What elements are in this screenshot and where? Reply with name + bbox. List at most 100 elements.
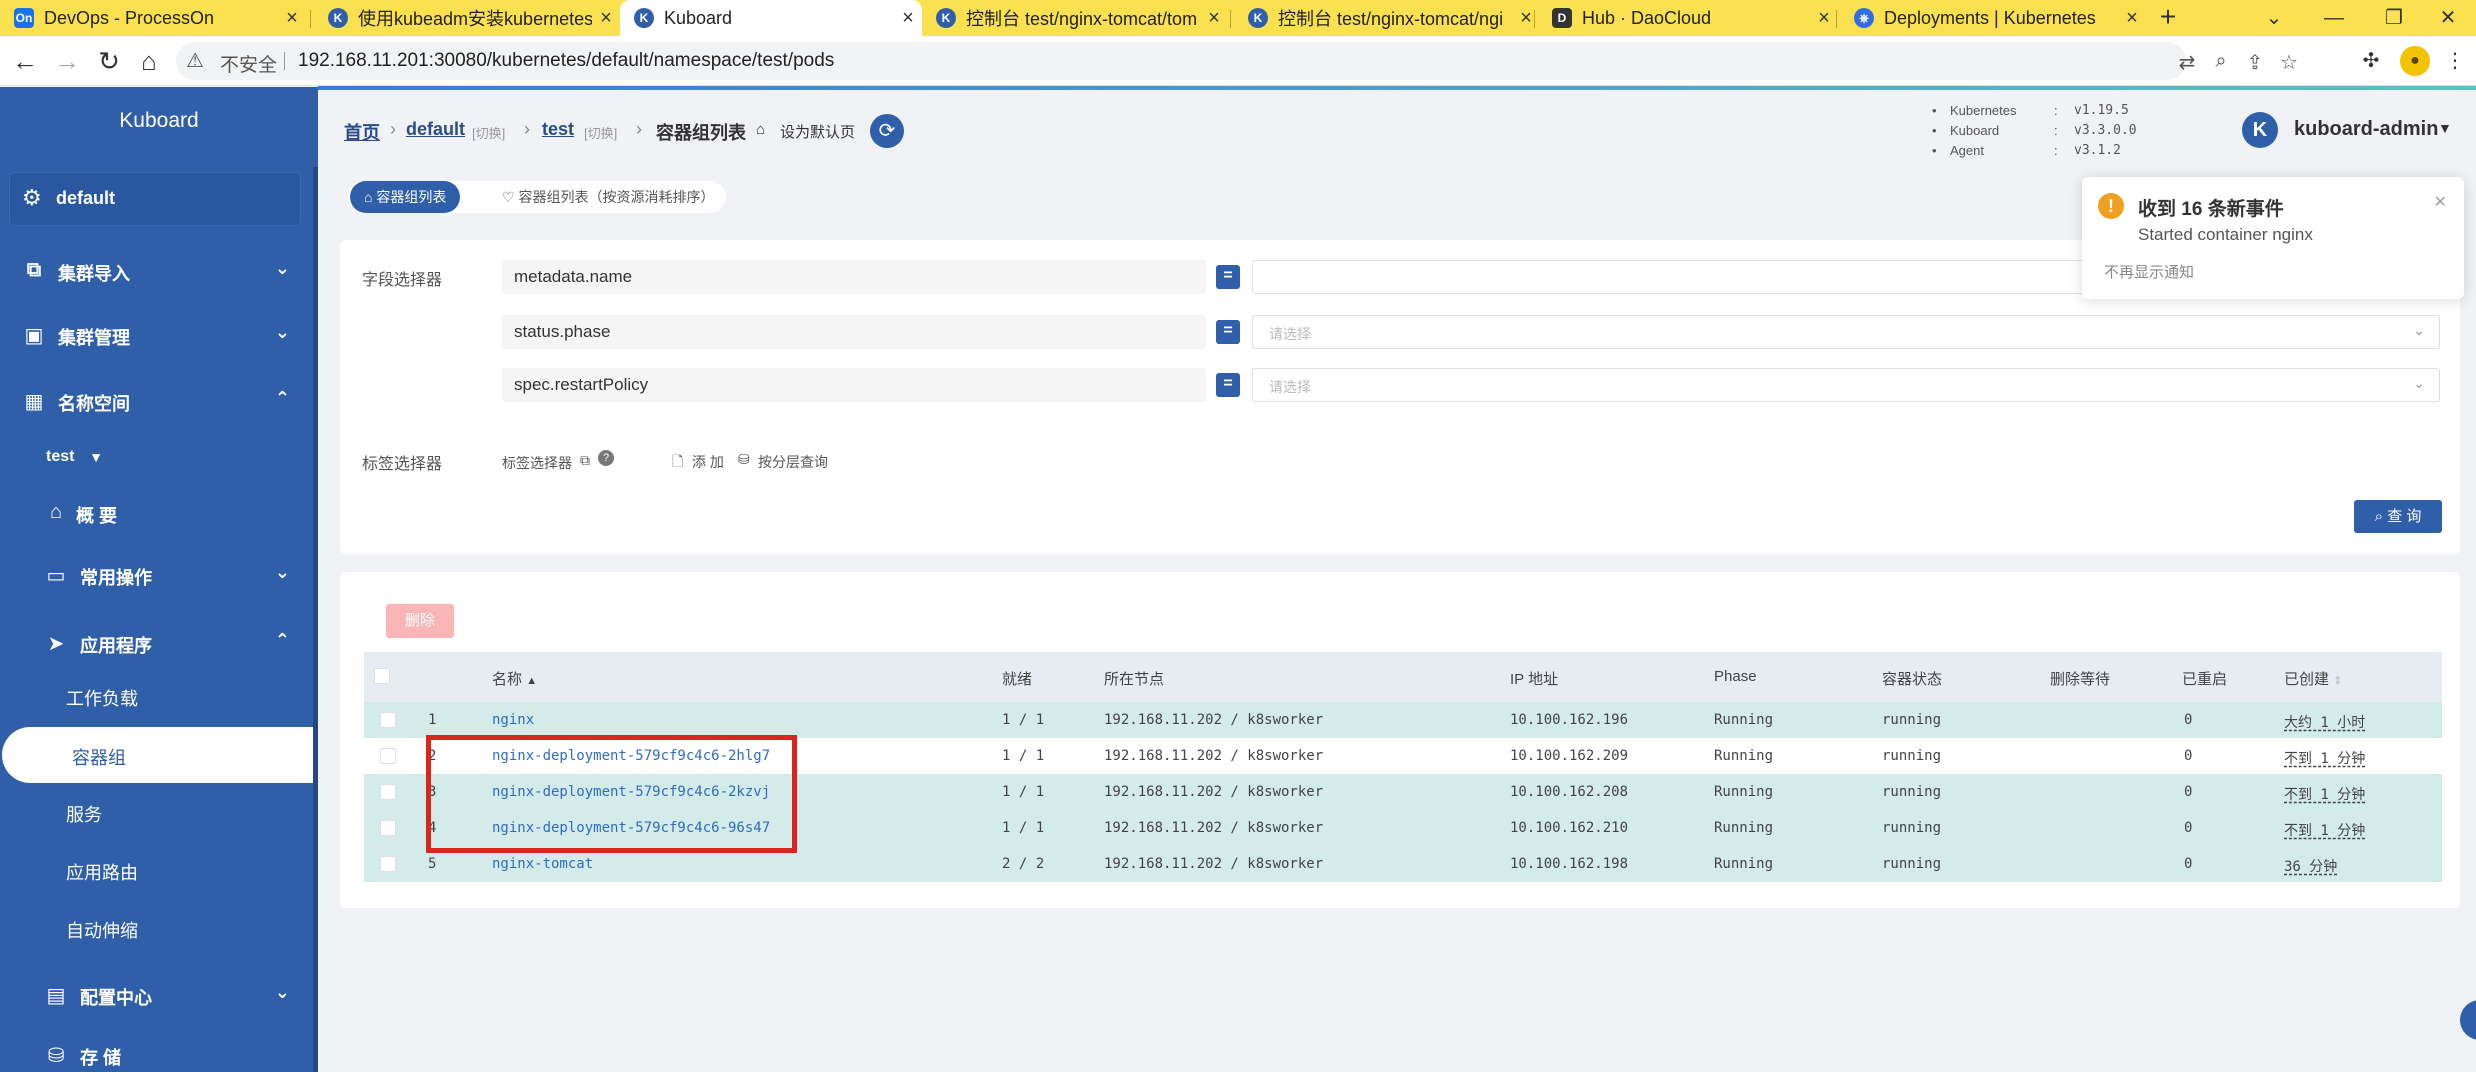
tab-title: Kuboard [664, 7, 733, 28]
forward-arrow-icon[interactable]: → [50, 44, 84, 78]
close-tab-icon[interactable]: × [1512, 7, 1540, 30]
close-tab-icon[interactable]: × [592, 7, 620, 30]
insecure-warning-icon[interactable]: ⚠ [186, 48, 204, 73]
sort-icon[interactable]: ⇕ [2333, 675, 2342, 687]
column-header-phase: Phase [1714, 668, 1757, 685]
sidebar-subitem-autoscaling[interactable]: 自动伸缩 [66, 917, 138, 943]
browser-tab-active[interactable]: K Kuboard × [620, 0, 922, 36]
tab-search-chevron-icon[interactable]: ⌄ [2244, 0, 2304, 36]
bookmark-star-icon[interactable]: ☆ [2274, 50, 2304, 75]
breadcrumb-cluster[interactable]: default [406, 119, 465, 140]
address-bar[interactable]: ⚠ 不安全 192.168.11.201:30080/kubernetes/de… [176, 42, 2298, 80]
kubernetes-favicon-icon: ⎈ [1854, 8, 1874, 28]
browser-menu-icon[interactable]: ⋮ [2440, 46, 2470, 76]
query-button[interactable]: ⌕ 查 询 [2354, 500, 2442, 533]
tab-pod-list-by-resource[interactable]: ♡ 容器组列表（按资源消耗排序） [488, 181, 728, 213]
operator-equals-button[interactable]: = [1216, 265, 1240, 289]
row-checkbox[interactable] [380, 712, 396, 728]
sidebar-item-config-center[interactable]: ▤ 配置中心 ⌄ [0, 971, 318, 1019]
column-header-created[interactable]: 已创建 ⇕ [2284, 668, 2342, 689]
profile-avatar-icon[interactable]: ● [2400, 46, 2430, 76]
sidebar-subitem-workloads[interactable]: 工作负载 [66, 685, 138, 711]
sidebar-item-overview[interactable]: ⌂ 概 要 [0, 489, 318, 537]
current-namespace-button[interactable]: ⚙ default [10, 173, 300, 225]
close-tab-icon[interactable]: × [1810, 7, 1838, 30]
tab-pod-list[interactable]: ⌂ 容器组列表 [350, 181, 461, 213]
caret-down-icon[interactable]: ▼ [2438, 120, 2452, 136]
sidebar-subitem-services[interactable]: 服务 [66, 801, 102, 827]
label-selector-link[interactable]: 标签选择器 [502, 453, 572, 473]
pod-node: 192.168.11.202 / k8sworker [1104, 820, 1324, 836]
row-checkbox[interactable] [380, 748, 396, 764]
add-label-button[interactable]: 添 加 [692, 452, 724, 472]
breadcrumb-switch-namespace[interactable]: [切换] [584, 123, 617, 142]
new-tab-button[interactable]: + [2150, 0, 2186, 36]
restart-policy-select[interactable]: 请选择 ⌄ [1252, 368, 2440, 402]
sidebar-item-namespace[interactable]: ▦ 名称空间 ⌃ [0, 377, 318, 425]
pod-name-link[interactable]: nginx [492, 712, 534, 728]
breadcrumb-home[interactable]: 首页 [344, 119, 380, 145]
browser-tab[interactable]: ⎈ Deployments | Kubernetes × [1840, 0, 2146, 36]
sidebar-item-cluster-import[interactable]: ⧉ 集群导入 ⌄ [0, 247, 318, 295]
row-checkbox[interactable] [380, 784, 396, 800]
reload-icon[interactable]: ↻ [92, 44, 126, 78]
pod-name-link[interactable]: nginx-tomcat [492, 856, 593, 872]
close-icon[interactable]: × [2434, 191, 2446, 214]
sidebar-item-apps[interactable]: ➤ 应用程序 ⌃ [0, 619, 318, 667]
pod-created: 36 分钟 [2284, 859, 2338, 875]
sidebar-subitem-ingress[interactable]: 应用路由 [66, 859, 138, 885]
close-tab-icon[interactable]: × [1200, 7, 1228, 30]
set-default-page-link[interactable]: 设为默认页 [780, 121, 855, 142]
query-by-layer-button[interactable]: 按分层查询 [758, 452, 828, 472]
extensions-icon[interactable]: ✣ [2356, 46, 2386, 76]
breadcrumb-namespace[interactable]: test [542, 119, 574, 140]
sidebar-item-common-ops[interactable]: ▭ 常用操作 ⌄ [0, 551, 318, 599]
close-window-icon[interactable]: ✕ [2420, 0, 2476, 36]
close-tab-icon[interactable]: × [894, 7, 922, 30]
help-icon[interactable]: ? [598, 450, 614, 466]
row-checkbox[interactable] [380, 856, 396, 872]
minimize-window-icon[interactable]: — [2304, 0, 2364, 36]
breadcrumb-switch-cluster[interactable]: [切换] [472, 123, 505, 142]
row-checkbox[interactable] [380, 820, 396, 836]
refresh-button[interactable]: ⟳ [870, 114, 904, 148]
sidebar-item-cluster-management[interactable]: ▣ 集群管理 ⌄ [0, 311, 318, 359]
share-icon[interactable]: ⇪ [2240, 50, 2270, 75]
zoom-icon[interactable]: ⌕ [2206, 50, 2236, 73]
pod-created: 不到 1 分钟 [2284, 823, 2366, 839]
status-phase-select[interactable]: 请选择 ⌄ [1252, 315, 2440, 349]
browser-tab[interactable]: K 使用kubeadm安装kubernetes × [314, 0, 620, 36]
restore-window-icon[interactable]: ❐ [2364, 0, 2424, 36]
browser-tab[interactable]: K 控制台 test/nginx-tomcat/ngi × [1234, 0, 1540, 36]
back-arrow-icon[interactable]: ← [8, 44, 42, 78]
close-tab-icon[interactable]: × [278, 7, 306, 30]
table-row[interactable]: 1 nginx 1 / 1 192.168.11.202 / k8sworker… [364, 702, 2442, 738]
sort-ascending-icon[interactable]: ▲ [526, 675, 537, 687]
select-placeholder: 请选择 [1269, 379, 1311, 395]
browser-tab[interactable]: K 控制台 test/nginx-tomcat/tom × [922, 0, 1228, 36]
sidebar-item-storage[interactable]: ⛁ 存 储 [0, 1031, 318, 1072]
help-chat-button[interactable] [2460, 1000, 2476, 1040]
namespace-selector[interactable]: test ▼ [0, 435, 318, 483]
browser-tab[interactable]: D Hub · DaoCloud × [1538, 0, 1838, 36]
close-tab-icon[interactable]: × [2118, 7, 2146, 30]
sidebar-subitem-pods[interactable]: 容器组 [2, 727, 318, 783]
annotation-highlight-box [426, 735, 797, 853]
external-link-icon[interactable]: ⧉ [580, 452, 590, 469]
user-name[interactable]: kuboard-admin [2294, 118, 2438, 141]
sidebar-scrollbar[interactable] [313, 167, 318, 1072]
operator-equals-button[interactable]: = [1216, 373, 1240, 397]
operator-equals-button[interactable]: = [1216, 320, 1240, 344]
dont-show-again-link[interactable]: 不再显示通知 [2104, 261, 2194, 282]
user-avatar[interactable]: K [2242, 112, 2278, 148]
select-all-checkbox[interactable] [374, 668, 390, 684]
home-icon[interactable]: ⌂ [132, 44, 166, 78]
event-notification: ! 收到 16 条新事件 Started container nginx 不再显… [2082, 177, 2464, 299]
translate-icon[interactable]: ⇄ [2172, 50, 2202, 75]
url-text[interactable]: 192.168.11.201:30080/kubernetes/default/… [298, 50, 834, 72]
delete-button[interactable]: 删除 [386, 604, 454, 638]
browser-tab[interactable]: On DevOps - ProcessOn × [0, 0, 306, 36]
column-header-name[interactable]: 名称 ▲ [492, 668, 537, 689]
notification-title: 收到 16 条新事件 [2138, 199, 2284, 220]
field-selector-label: 字段选择器 [362, 272, 443, 289]
